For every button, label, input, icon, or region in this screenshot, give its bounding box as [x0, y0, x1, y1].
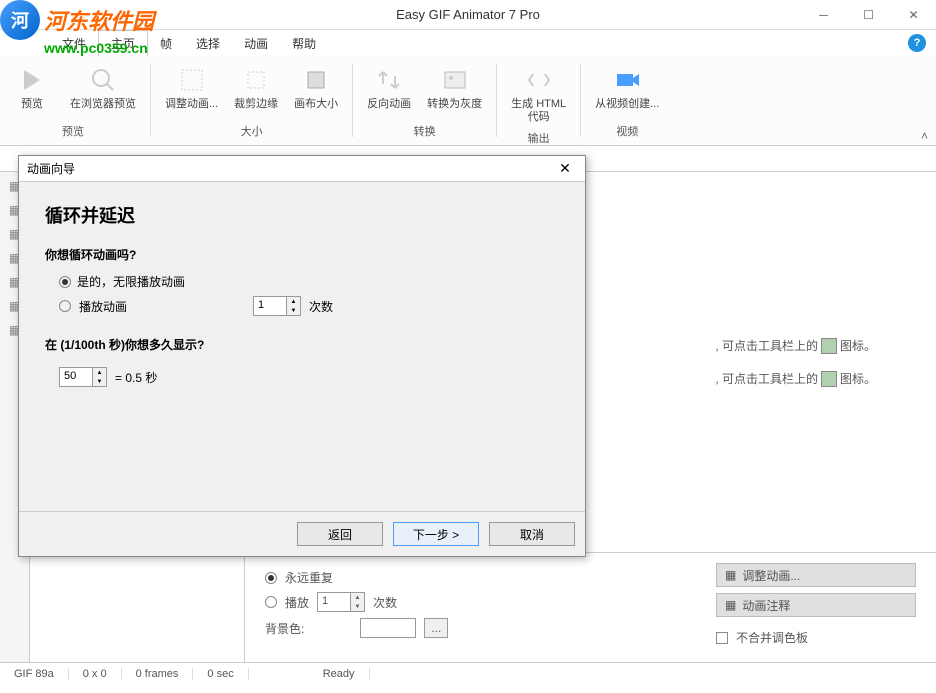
status-format: GIF 89a — [0, 668, 69, 680]
wizard-dialog: 动画向导 ✕ 循环并延迟 你想循环动画吗? 是的，无限播放动画 播放动画 1 ▲… — [18, 155, 586, 557]
repeat-forever-radio[interactable] — [265, 572, 277, 584]
video-icon — [611, 64, 643, 96]
dialog-title: 动画向导 — [27, 160, 75, 177]
resize-anim-button[interactable]: 调整动画... — [157, 60, 226, 121]
menubar: 文件 主页 帧 选择 动画 帮助 ? — [0, 30, 936, 56]
menu-file[interactable]: 文件 — [50, 31, 98, 56]
no-merge-checkbox[interactable] — [716, 632, 728, 644]
play-radio[interactable] — [265, 596, 277, 608]
help-icon[interactable]: ? — [908, 34, 926, 52]
gen-html-button[interactable]: 生成 HTML 代码 — [503, 60, 574, 128]
html-icon — [523, 64, 555, 96]
from-video-button[interactable]: 从视频创建... — [587, 60, 667, 121]
hint-icon-2 — [821, 371, 837, 387]
group-convert-label: 转换 — [414, 121, 436, 141]
hint-icon-1 — [821, 338, 837, 354]
titlebar: Easy GIF Animator 7 Pro ─ ☐ ✕ — [0, 0, 936, 30]
status-ready: Ready — [309, 668, 370, 680]
reverse-button[interactable]: 反向动画 — [359, 60, 419, 121]
status-frames: 0 frames — [122, 668, 194, 680]
magnifier-icon — [87, 64, 119, 96]
back-button[interactable]: 返回 — [297, 522, 383, 546]
crop-button[interactable]: 裁剪边缘 — [226, 60, 286, 121]
ribbon-collapse-icon[interactable]: ˄ — [921, 129, 928, 143]
dialog-heading: 循环并延迟 — [45, 202, 559, 228]
bg-color-swatch[interactable] — [360, 618, 416, 638]
annotate-icon: ▦ — [725, 598, 736, 612]
menu-frame[interactable]: 帧 — [148, 31, 184, 56]
infinite-radio[interactable] — [59, 276, 71, 288]
delay-seconds-label: = 0.5 秒 — [115, 369, 157, 386]
annotate-button[interactable]: ▦ 动画注释 — [716, 593, 916, 617]
canvas-size-icon — [300, 64, 332, 96]
dialog-times-label: 次数 — [309, 298, 333, 315]
statusbar: GIF 89a 0 x 0 0 frames 0 sec Ready — [0, 662, 936, 684]
dialog-question-2: 在 (1/100th 秒)你想多久显示? — [45, 336, 559, 353]
close-button[interactable]: ✕ — [891, 0, 936, 29]
maximize-button[interactable]: ☐ — [846, 0, 891, 29]
grayscale-icon — [439, 64, 471, 96]
status-size: 0 x 0 — [69, 668, 122, 680]
play-icon — [16, 64, 48, 96]
play-anim-label: 播放动画 — [79, 298, 127, 315]
menu-animation[interactable]: 动画 — [232, 31, 280, 56]
group-output-label: 输出 — [528, 128, 550, 148]
menu-help[interactable]: 帮助 — [280, 31, 328, 56]
status-duration: 0 sec — [193, 668, 248, 680]
play-label: 播放 — [285, 594, 309, 611]
cancel-button[interactable]: 取消 — [489, 522, 575, 546]
window-title: Easy GIF Animator 7 Pro — [396, 7, 540, 22]
times-label: 次数 — [373, 594, 397, 611]
menu-home[interactable]: 主页 — [98, 30, 148, 56]
minimize-button[interactable]: ─ — [801, 0, 846, 29]
properties-panel: 永远重复 播放 1 ▲▼ 次数 背景色: ... — [245, 552, 936, 662]
no-merge-label: 不合并调色板 — [736, 629, 808, 646]
preview-button[interactable]: 预览 — [2, 60, 62, 121]
canvas-size-button[interactable]: 画布大小 — [286, 60, 346, 121]
dialog-play-count-input[interactable]: 1 ▲▼ — [253, 296, 301, 316]
group-size-label: 大小 — [241, 121, 263, 141]
bg-color-label: 背景色: — [265, 620, 304, 637]
group-preview-label: 预览 — [62, 121, 84, 141]
dialog-question-1: 你想循环动画吗? — [45, 246, 559, 263]
next-button[interactable]: 下一步 > — [393, 522, 479, 546]
hint-row-1: , 可点击工具栏上的 图标。 — [715, 337, 876, 354]
resize-anim-prop-button[interactable]: ▦ 调整动画... — [716, 563, 916, 587]
bg-color-picker-button[interactable]: ... — [424, 618, 448, 638]
infinite-label: 是的，无限播放动画 — [77, 273, 185, 290]
group-video-label: 视频 — [616, 121, 638, 141]
reverse-icon — [373, 64, 405, 96]
repeat-forever-label: 永远重复 — [285, 569, 333, 586]
grayscale-button[interactable]: 转换为灰度 — [419, 60, 490, 121]
crop-icon — [240, 64, 272, 96]
hint-row-2: , 可点击工具栏上的 图标。 — [715, 370, 876, 387]
resize-icon-small: ▦ — [725, 568, 736, 582]
menu-select[interactable]: 选择 — [184, 31, 232, 56]
play-count-input[interactable]: 1 ▲▼ — [317, 592, 365, 612]
delay-input[interactable]: 50 ▲▼ — [59, 367, 107, 387]
browser-preview-button[interactable]: 在浏览器预览 — [62, 60, 144, 121]
resize-icon — [176, 64, 208, 96]
dialog-close-button[interactable]: ✕ — [553, 159, 577, 179]
play-count-radio[interactable] — [59, 300, 71, 312]
ribbon: 预览 在浏览器预览 预览 调整动画... 裁剪边 — [0, 56, 936, 146]
